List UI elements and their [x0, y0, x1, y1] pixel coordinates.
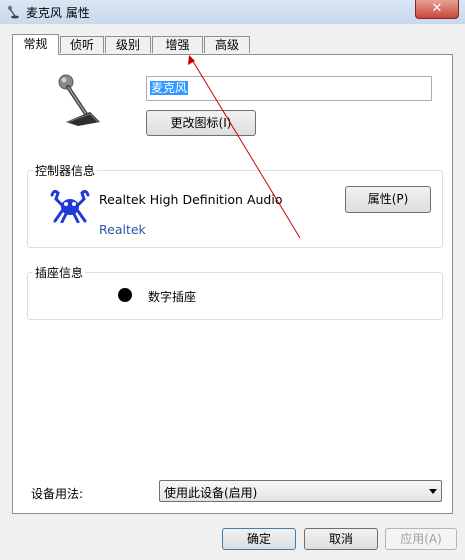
device-usage-label: 设备用法: — [31, 487, 84, 501]
device-usage-value: 使用此设备(启用) — [164, 486, 258, 500]
controller-properties-button[interactable]: 属性(P) — [345, 186, 431, 213]
jack-type: 数字插座 — [148, 290, 197, 304]
close-button[interactable]: ✕ — [415, 0, 459, 19]
tab-levels[interactable]: 级别 — [105, 36, 151, 53]
tab-advanced[interactable]: 高级 — [204, 36, 250, 53]
microphone-device-icon — [58, 74, 100, 126]
tab-enhancements[interactable]: 增强 — [152, 36, 203, 53]
change-icon-button[interactable]: 更改图标(I) — [146, 110, 256, 136]
microphone-icon — [7, 5, 19, 19]
realtek-crab-icon — [50, 189, 90, 223]
title-bar[interactable]: 麦克风 属性 ✕ — [0, 0, 465, 24]
jack-indicator-icon — [118, 288, 132, 302]
controller-name: Realtek High Definition Audio — [99, 192, 283, 207]
window-title: 麦克风 属性 — [26, 6, 90, 20]
device-usage-select[interactable]: 使用此设备(启用) — [159, 480, 442, 502]
cancel-button[interactable]: 取消 — [304, 528, 378, 550]
jack-info-group — [27, 272, 443, 320]
jack-info-label: 插座信息 — [33, 264, 86, 281]
controller-vendor-link[interactable]: Realtek — [99, 222, 146, 237]
tab-general[interactable]: 常规 — [12, 34, 59, 55]
controller-info-label: 控制器信息 — [33, 162, 98, 179]
ok-button[interactable]: 确定 — [222, 528, 296, 550]
apply-button[interactable]: 应用(A) — [385, 528, 457, 550]
tab-listen[interactable]: 侦听 — [60, 36, 104, 53]
chevron-down-icon — [429, 489, 437, 494]
device-name-value: 麦克风 — [150, 81, 189, 95]
device-name-input[interactable]: 麦克风 — [146, 76, 432, 101]
properties-dialog: 麦克风 属性 ✕ 常规 侦听 级别 增强 高级 麦克风 更改图标(I) 控制器信… — [0, 0, 465, 560]
